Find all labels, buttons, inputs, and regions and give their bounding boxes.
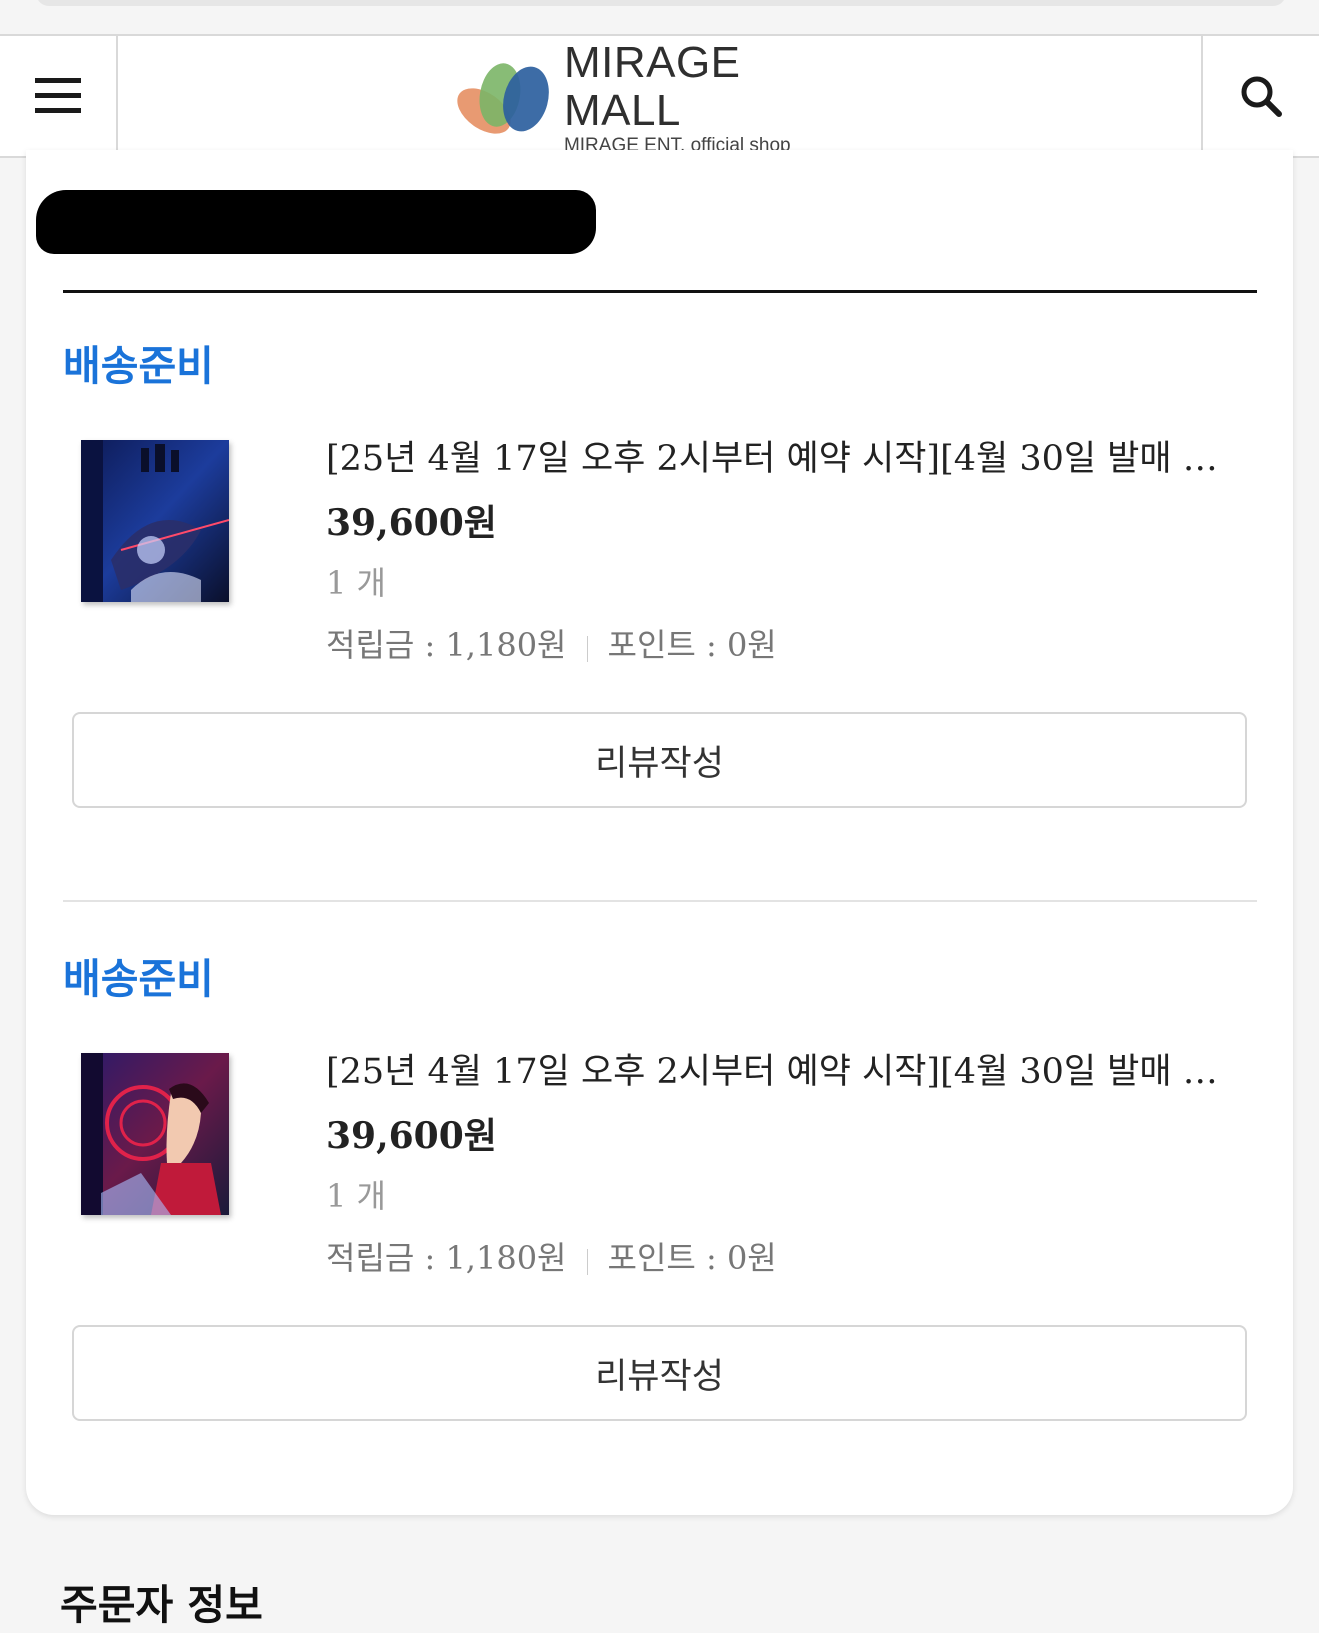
product-price: 39,600원: [326, 502, 497, 544]
site-header: MIRAGE MALL MIRAGE ENT. official shop: [0, 34, 1319, 158]
site-logo[interactable]: MIRAGE MALL MIRAGE ENT. official shop: [450, 39, 870, 156]
item-divider: [63, 900, 1257, 902]
write-review-button[interactable]: 리뷰작성: [72, 1325, 1247, 1421]
points: 포인트 : 0원: [607, 626, 777, 664]
menu-button[interactable]: [0, 36, 118, 156]
order-detail-card: 배송준비 [25년 4월 17일 오후 2시부터 예약 시작][4월 30일 발…: [26, 150, 1293, 1515]
reward-points: 적립금 : 1,180원: [326, 1239, 567, 1277]
product-thumbnail[interactable]: [81, 1053, 229, 1215]
section-divider: [63, 290, 1257, 293]
product-quantity: 1 개: [326, 1177, 386, 1215]
reward-info: 적립금 : 1,180원 포인트 : 0원: [326, 1233, 777, 1279]
logo-mark-icon: [457, 63, 549, 134]
search-icon: [1241, 76, 1282, 117]
orderer-info-title: 주문자 정보: [60, 1581, 263, 1629]
points: 포인트 : 0원: [607, 1239, 777, 1277]
delivery-status: 배송준비: [63, 342, 214, 390]
product-thumbnail[interactable]: [81, 440, 229, 602]
write-review-button[interactable]: 리뷰작성: [72, 712, 1247, 808]
product-title[interactable]: [25년 4월 17일 오후 2시부터 예약 시작][4월 30일 발매 예약]: [326, 1043, 1246, 1094]
delivery-status: 배송준비: [63, 955, 214, 1003]
separator: [586, 1249, 588, 1275]
separator: [586, 636, 588, 662]
product-quantity: 1 개: [326, 564, 386, 602]
browser-address-area: [0, 0, 1319, 34]
address-bar[interactable]: [36, 0, 1286, 6]
redacted-order-info: [36, 190, 596, 254]
product-title[interactable]: [25년 4월 17일 오후 2시부터 예약 시작][4월 30일 발매 예약]: [326, 430, 1246, 481]
hamburger-menu-icon: [35, 78, 81, 113]
brand-name: MIRAGE MALL: [563, 38, 741, 135]
product-price: 39,600원: [326, 1115, 497, 1157]
reward-info: 적립금 : 1,180원 포인트 : 0원: [326, 620, 777, 666]
reward-points: 적립금 : 1,180원: [326, 626, 567, 664]
search-button[interactable]: [1201, 36, 1319, 156]
